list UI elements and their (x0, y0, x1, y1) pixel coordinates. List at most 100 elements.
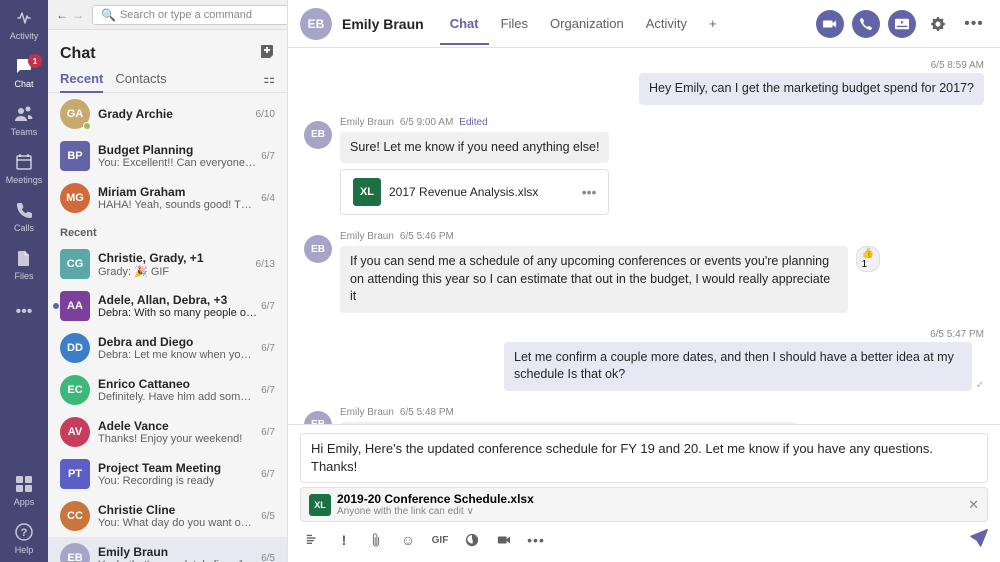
msg-time: 6/5 5:46 PM (400, 231, 454, 242)
list-item[interactable]: AA Adele, Allan, Debra, +3 Debra: With s… (48, 285, 287, 327)
avatar: PT (60, 459, 90, 489)
list-item[interactable]: AV Adele Vance Thanks! Enjoy your weeken… (48, 411, 287, 453)
emoji-button[interactable]: ☺ (396, 528, 420, 552)
tab-files[interactable]: Files (491, 2, 538, 45)
attached-file-icon: XL (309, 494, 331, 516)
activity-icon (13, 7, 35, 29)
list-item-emily[interactable]: EB Emily Braun Yeah, that's completely f… (48, 537, 287, 562)
back-icon[interactable]: ← (56, 8, 68, 22)
attached-file-name: 2019-20 Conference Schedule.xlsx (337, 492, 962, 506)
avatar: CC (60, 501, 90, 531)
chat-list-tabs: Recent Contacts ⚏ (48, 71, 287, 93)
reaction-badge[interactable]: 👍 1 (856, 246, 880, 272)
msg-time: 6/5 9:00 AM (400, 117, 453, 128)
chat-item-info: Enrico Cattaneo Definitely. Have him add… (98, 377, 257, 403)
avatar: EB (60, 543, 90, 562)
filter-icon[interactable]: ⚏ (263, 71, 275, 92)
tab-organization[interactable]: Organization (540, 2, 634, 45)
file-icon: XL (353, 178, 381, 206)
file-attachment[interactable]: XL 2017 Revenue Analysis.xlsx ••• (340, 169, 609, 215)
chat-date: 6/7 (261, 343, 275, 354)
chat-item-info: Grady Archie (98, 107, 252, 121)
list-item[interactable]: GA Grady Archie 6/10 (48, 93, 287, 135)
video-call-button[interactable] (816, 10, 844, 38)
contact-name: Project Team Meeting (98, 461, 257, 475)
contact-name: Emily Braun (98, 545, 257, 559)
message-input[interactable]: Hi Emily, Here's the updated conference … (300, 433, 988, 483)
msg-time: 6/5 5:48 PM (400, 407, 454, 418)
tab-recent[interactable]: Recent (60, 71, 103, 92)
search-placeholder: Search or type a command (120, 9, 252, 21)
nav-arrows: ← → (56, 8, 84, 22)
tab-activity[interactable]: Activity (636, 2, 697, 45)
giphy-button[interactable]: GIF (428, 528, 452, 552)
attached-file-subtitle: Anyone with the link can edit ∨ (337, 506, 962, 517)
list-item[interactable]: PT Project Team Meeting You: Recording i… (48, 453, 287, 495)
sticker-button[interactable] (460, 528, 484, 552)
send-button[interactable] (970, 529, 988, 552)
remove-attachment-button[interactable]: ✕ (968, 497, 979, 513)
more-options-button[interactable]: ••• (960, 10, 988, 38)
more-dots-icon: ••• (16, 303, 33, 321)
format-button[interactable] (300, 528, 324, 552)
contact-avatar: EB (300, 8, 332, 40)
sidebar-item-calls[interactable]: Calls (0, 192, 48, 240)
search-bar[interactable]: 🔍 Search or type a command (92, 5, 288, 25)
contact-name: Adele, Allan, Debra, +3 (98, 293, 257, 307)
more-options-toolbar-button[interactable]: ••• (524, 528, 548, 552)
msg-content: 6/5 5:47 PM Let me confirm a couple more… (504, 329, 984, 391)
chat-date: 6/7 (261, 151, 275, 162)
sidebar-item-help[interactable]: ? Help (0, 514, 48, 562)
msg-meta: Emily Braun 6/5 5:46 PM (340, 231, 880, 242)
sidebar-item-activity[interactable]: Activity (0, 0, 48, 48)
avatar: AA (60, 291, 90, 321)
tab-contacts[interactable]: Contacts (115, 71, 166, 92)
chat-date: 6/5 (261, 511, 275, 522)
list-item[interactable]: CG Christie, Grady, +1 Grady: 🎉 GIF 6/13 (48, 243, 287, 285)
message-row: EB Emily Braun 6/5 5:46 PM If you can se… (304, 231, 984, 313)
avatar: GA (60, 99, 90, 129)
new-chat-icon[interactable] (259, 44, 275, 63)
sidebar-item-more[interactable]: ••• (0, 288, 48, 336)
chat-item-info: Miriam Graham HAHA! Yeah, sounds good! T… (98, 185, 257, 211)
sidebar-item-chat[interactable]: Chat 1 (0, 48, 48, 96)
sidebar-item-meetings[interactable]: Meetings (0, 144, 48, 192)
list-item[interactable]: BP Budget Planning You: Excellent!! Can … (48, 135, 287, 177)
tab-add[interactable]: + (699, 2, 727, 45)
msg-content: Emily Braun 6/5 9:00 AM Edited Sure! Let… (340, 117, 609, 216)
list-item[interactable]: CC Christie Cline You: What day do you w… (48, 495, 287, 537)
chat-item-info: Budget Planning You: Excellent!! Can eve… (98, 143, 257, 169)
attached-file-bar: XL 2019-20 Conference Schedule.xlsx Anyo… (300, 487, 988, 522)
list-item[interactable]: DD Debra and Diego Debra: Let me know wh… (48, 327, 287, 369)
tab-chat[interactable]: Chat (440, 2, 489, 45)
chat-preview: Definitely. Have him add something to my… (98, 391, 257, 403)
contact-name: Grady Archie (98, 107, 252, 121)
chat-date: 6/7 (261, 427, 275, 438)
contact-name: Adele Vance (98, 419, 257, 433)
msg-avatar: EB (304, 411, 332, 424)
list-item[interactable]: EC Enrico Cattaneo Definitely. Have him … (48, 369, 287, 411)
attach-button[interactable] (364, 528, 388, 552)
chat-date: 6/7 (261, 301, 275, 312)
msg-meta: Emily Braun 6/5 9:00 AM Edited (340, 117, 609, 128)
screen-share-button[interactable] (888, 10, 916, 38)
input-area: Hi Emily, Here's the updated conference … (288, 424, 1000, 562)
chat-item-info: Adele Vance Thanks! Enjoy your weekend! (98, 419, 257, 445)
contact-name: Budget Planning (98, 143, 257, 157)
msg-bubble: Sure! Let me know if you need anything e… (340, 132, 609, 164)
sidebar-item-teams[interactable]: Teams (0, 96, 48, 144)
sidebar-item-apps[interactable]: Apps (0, 466, 48, 514)
meet-button[interactable] (492, 528, 516, 552)
forward-icon[interactable]: → (72, 8, 84, 22)
app-titlebar: ← → 🔍 Search or type a command 👤 ⎯ □ ✕ (48, 0, 287, 30)
audio-call-button[interactable] (852, 10, 880, 38)
list-item[interactable]: MG Miriam Graham HAHA! Yeah, sounds good… (48, 177, 287, 219)
settings-button[interactable] (924, 10, 952, 38)
important-button[interactable]: ! (332, 528, 356, 552)
help-icon: ? (13, 521, 35, 543)
apps-icon (13, 473, 35, 495)
sidebar-item-files[interactable]: Files (0, 240, 48, 288)
msg-sender: Emily Braun (340, 231, 394, 242)
chat-date: 6/10 (256, 109, 275, 120)
file-more-icon[interactable]: ••• (582, 184, 597, 200)
